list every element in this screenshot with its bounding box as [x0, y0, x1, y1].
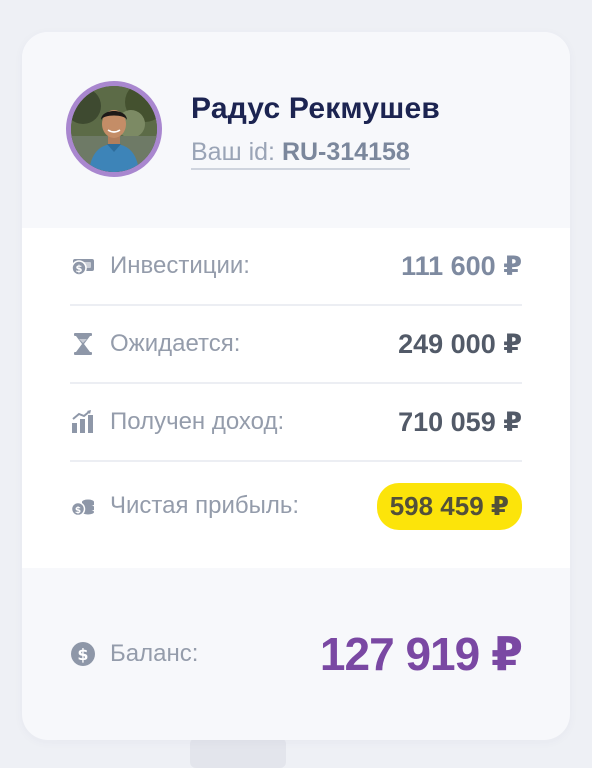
stat-value: 249 000 ₽ — [398, 328, 522, 359]
svg-text:$: $ — [77, 645, 88, 664]
svg-text:$: $ — [75, 506, 81, 516]
svg-text:$: $ — [76, 264, 83, 275]
background-tab — [190, 738, 286, 768]
stat-row-expected: Ожидается: 249 000 ₽ — [70, 306, 522, 384]
avatar — [66, 81, 162, 177]
stats-list: $ Инвестиции: 111 600 ₽ Ожидается: 249 0… — [22, 228, 570, 568]
balance-value: 127 919 ₽ — [319, 628, 523, 680]
user-name: Радус Рекмушев — [191, 92, 441, 125]
stat-row-net-profit: $ Чистая прибыль: 598 459 ₽ — [70, 464, 522, 548]
money-stack-icon: $ — [70, 253, 96, 279]
balance-label: Баланс: — [110, 640, 199, 667]
stat-label: Получен доход: — [110, 408, 285, 435]
profile-header: Радус Рекмушев Ваш id: RU-314158 — [22, 32, 570, 228]
stat-value: 111 600 ₽ — [401, 250, 522, 281]
user-id[interactable]: Ваш id: RU-314158 — [191, 138, 410, 170]
stat-row-income: Получен доход: 710 059 ₽ — [70, 384, 522, 462]
user-id-value: RU-314158 — [281, 138, 410, 166]
hourglass-icon — [70, 331, 96, 357]
dollar-circle-icon: $ — [70, 641, 96, 667]
stat-label: Чистая прибыль: — [110, 492, 300, 519]
coins-icon: $ — [70, 493, 96, 519]
stat-row-investments: $ Инвестиции: 111 600 ₽ — [70, 228, 522, 306]
net-profit-badge: 598 459 ₽ — [376, 482, 522, 530]
account-summary-card: Радус Рекмушев Ваш id: RU-314158 $ Инвес… — [22, 32, 570, 740]
stat-value: 710 059 ₽ — [398, 406, 522, 437]
bar-chart-icon — [70, 409, 96, 435]
avatar-photo — [71, 86, 157, 172]
balance-row: $ Баланс: 127 919 ₽ — [70, 622, 523, 686]
stat-label: Ожидается: — [110, 330, 241, 357]
user-id-label: Ваш id: — [191, 138, 275, 166]
stat-label: Инвестиции: — [110, 252, 250, 279]
